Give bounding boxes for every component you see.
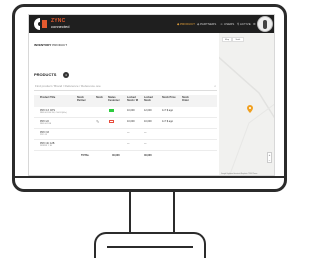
- top-navigation: ZYNC connected ◆ PRODUCT ◈ PARTNERS ☺ US…: [29, 15, 274, 33]
- brand-logo-icon[interactable]: [31, 17, 49, 31]
- row-locked-m: —: [127, 131, 130, 134]
- col-header-locked[interactable]: Locked Stock: [144, 96, 156, 102]
- row-price: 1x7 $ ago: [162, 120, 173, 123]
- col-header-partner[interactable]: Stock Partner: [77, 96, 89, 102]
- totals-value-1: 40,000: [112, 154, 120, 157]
- map-attribution: Google Keyboard shortcuts Map data ©2024…: [221, 174, 258, 175]
- map-view-button[interactable]: Map: [222, 37, 232, 42]
- table-row[interactable]: PRO 22 REF 002 KB ✎ 10,000 10,000 1x7 $ …: [34, 118, 217, 129]
- breadcrumb: INVENTORY PRODUCT: [34, 43, 67, 47]
- table-header: Product Title Stock Partner Stock Status…: [34, 95, 217, 107]
- avatar-figure-icon: [263, 20, 267, 29]
- breadcrumb-page: PRODUCT: [52, 43, 68, 47]
- app-screen: ZYNC connected ◆ PRODUCT ◈ PARTNERS ☺ US…: [28, 14, 275, 176]
- map-panel[interactable]: Map Satel. + − Google Keyboard shortcuts…: [219, 33, 274, 175]
- monitor-base-edge: [107, 246, 193, 248]
- table-row[interactable]: PRO 4C 12B RRRRR 1 1B — —: [34, 140, 217, 151]
- row-subtitle: RRRRR 1 1B: [40, 145, 52, 147]
- monitor-base: [94, 232, 206, 258]
- row-subtitle: PRO 13: [40, 134, 48, 136]
- totals-value-2: 40,000: [144, 154, 152, 157]
- edit-icon[interactable]: ✎: [96, 119, 99, 124]
- satellite-view-button[interactable]: Satel.: [232, 37, 244, 42]
- table-row[interactable]: PRO 33 PRO 13 — —: [34, 129, 217, 140]
- row-locked: —: [144, 142, 147, 145]
- col-header-status[interactable]: Status Customer: [108, 96, 120, 102]
- search-input[interactable]: Find product / Brand / Reference / Refer…: [34, 84, 217, 91]
- row-locked-m: 10,000: [127, 109, 135, 112]
- row-locked: 10,000: [144, 120, 152, 123]
- totals-label: TOTAL: [81, 154, 90, 157]
- location-pin-icon[interactable]: [247, 105, 253, 113]
- col-header-product[interactable]: Product Title: [40, 96, 60, 99]
- breadcrumb-section[interactable]: INVENTORY: [34, 43, 51, 47]
- nav-item-users[interactable]: ☺ USERS: [220, 22, 234, 26]
- monitor-chin: [12, 176, 287, 178]
- avatar[interactable]: [257, 16, 273, 32]
- nav-item-product[interactable]: ◆ PRODUCT: [177, 22, 195, 26]
- col-header-price[interactable]: Stock Price: [162, 96, 176, 99]
- row-locked: 12,000: [144, 109, 152, 112]
- brand-subtitle: connected: [51, 24, 70, 29]
- zoom-control[interactable]: + −: [267, 152, 272, 163]
- search-placeholder: Find product / Brand / Reference / Refer…: [35, 84, 101, 88]
- status-badge: [109, 120, 114, 123]
- row-locked-m: —: [127, 142, 130, 145]
- col-header-order[interactable]: Stock Order: [182, 96, 192, 102]
- col-header-stock[interactable]: Stock: [96, 96, 103, 99]
- product-count-badge: 4: [63, 72, 69, 78]
- row-price: 1x7 $ ago: [162, 109, 173, 112]
- totals-row: TOTAL 40,000 40,000: [34, 151, 217, 161]
- monitor-stand-left: [129, 192, 131, 232]
- row-subtitle: REF 001 EU DK, CH-24 (60x): [40, 112, 67, 114]
- zoom-out-icon[interactable]: −: [268, 158, 271, 163]
- products-table: Product Title Stock Partner Stock Status…: [34, 95, 217, 161]
- nav-item-active[interactable]: ⚲ ACTIVE: [237, 22, 251, 26]
- settings-icon[interactable]: ⚙: [253, 22, 256, 26]
- main-content: INVENTORY PRODUCT PRODUCTS 4 Find produc…: [29, 33, 219, 175]
- section-title: PRODUCTS: [34, 72, 57, 77]
- search-icon[interactable]: ⌕: [214, 84, 216, 88]
- table-row[interactable]: PRO 1X CPS REF 001 EU DK, CH-24 (60x) 10…: [34, 107, 217, 118]
- col-header-locked-m[interactable]: Locked Stock / M: [127, 96, 139, 102]
- status-badge: [109, 109, 114, 112]
- nav-item-partners[interactable]: ◈ PARTNERS: [197, 22, 216, 26]
- monitor-stand-right: [173, 192, 175, 232]
- row-subtitle: REF 002 KB: [40, 123, 52, 125]
- row-locked: —: [144, 131, 147, 134]
- row-locked-m: 10,000: [127, 120, 135, 123]
